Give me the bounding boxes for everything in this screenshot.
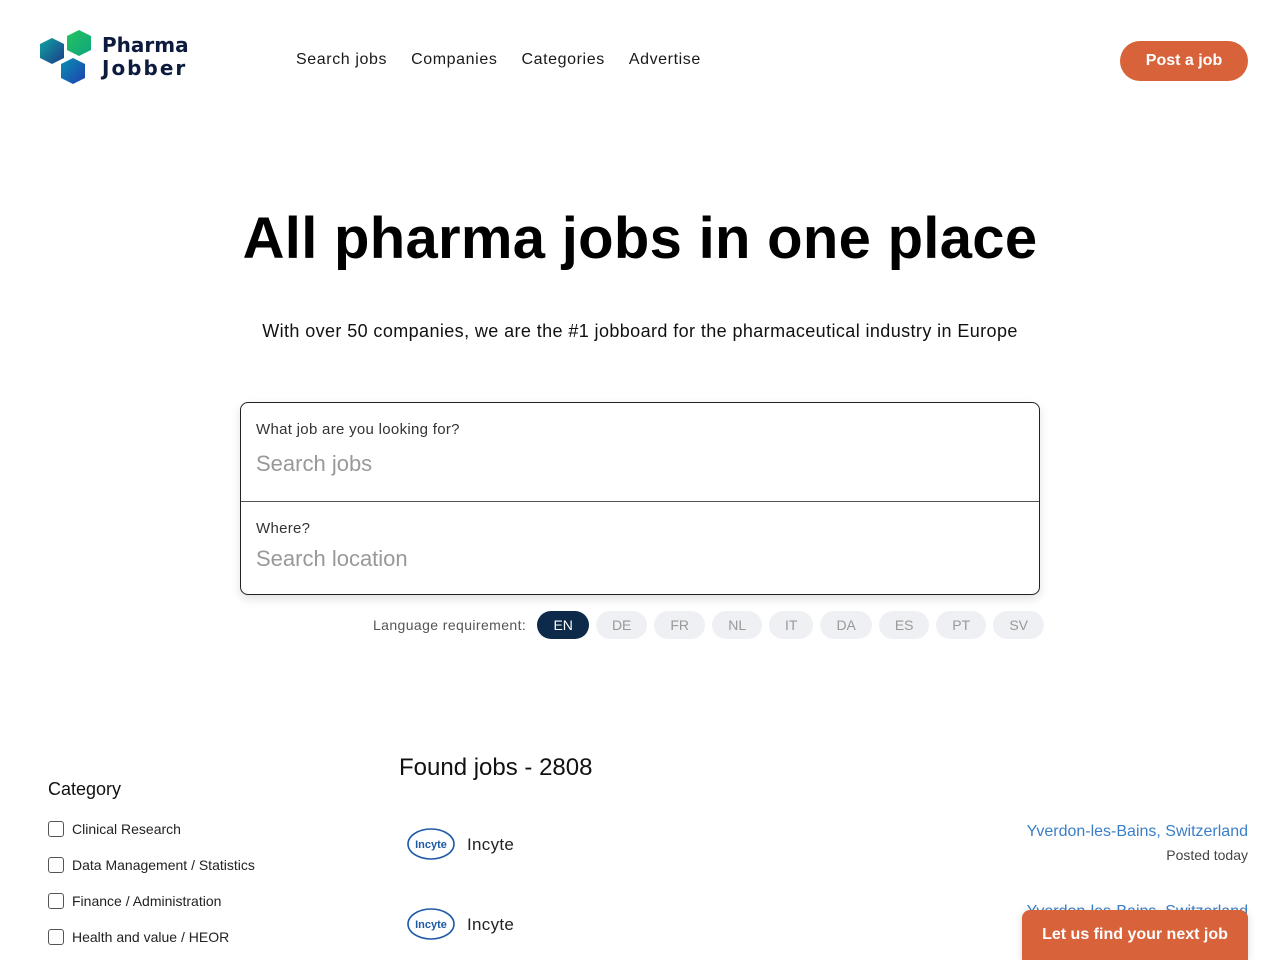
category-option[interactable]: Clinical Research	[48, 820, 255, 838]
language-chip-es[interactable]: ES	[879, 611, 930, 639]
category-label: Finance / Administration	[72, 893, 222, 909]
location-label: Where?	[256, 520, 311, 537]
nav-advertise[interactable]: Advertise	[629, 50, 701, 70]
site-header: Pharma Jobber Search jobs Companies Cate…	[0, 0, 1280, 120]
brand-line2: Jobber	[102, 56, 188, 80]
incyte-logo-icon: Incyte	[407, 828, 455, 860]
location-search-input[interactable]	[256, 546, 1016, 572]
language-chip-en[interactable]: EN	[537, 611, 590, 639]
nav-companies[interactable]: Companies	[411, 50, 497, 70]
company-name[interactable]: Incyte	[467, 835, 514, 855]
category-label: Health and value / HEOR	[72, 929, 230, 945]
category-checkbox[interactable]	[48, 929, 64, 945]
brand-logo[interactable]: Pharma Jobber	[38, 28, 189, 86]
posted-date: Posted today	[1166, 847, 1248, 863]
hero-subtitle: With over 50 companies, we are the #1 jo…	[262, 321, 1018, 341]
language-label: Language requirement:	[373, 617, 527, 633]
job-search-row: What job are you looking for?	[241, 403, 1039, 502]
post-job-button[interactable]: Post a job	[1120, 41, 1248, 81]
category-option[interactable]: Finance / Administration	[48, 892, 255, 910]
language-chip-it[interactable]: IT	[769, 611, 814, 639]
category-option[interactable]: Data Management / Statistics	[48, 856, 255, 874]
hexagon-logo-icon	[40, 30, 91, 84]
incyte-logo-icon: Incyte	[407, 908, 455, 940]
job-search-label: What job are you looking for?	[256, 421, 460, 438]
nav-categories[interactable]: Categories	[521, 50, 604, 70]
category-label: Data Management / Statistics	[72, 857, 255, 873]
category-label: Clinical Research	[72, 821, 181, 837]
language-chip-sv[interactable]: SV	[993, 611, 1045, 639]
language-filter: Language requirement: EN DE FR NL IT DA …	[373, 611, 1045, 639]
brand-wordmark: Pharma Jobber	[102, 34, 189, 80]
job-listing[interactable]: Incyte Incyte Yverdon-les-Bains, Switzer…	[405, 819, 1248, 869]
category-checkbox[interactable]	[48, 893, 64, 909]
category-option[interactable]: Health and value / HEOR	[48, 928, 255, 946]
category-checkbox[interactable]	[48, 821, 64, 837]
svg-text:Incyte: Incyte	[415, 839, 447, 851]
main-nav: Search jobs Companies Categories Adverti…	[296, 50, 725, 70]
language-chip-fr[interactable]: FR	[654, 611, 706, 639]
company-name[interactable]: Incyte	[467, 915, 514, 935]
category-checkbox[interactable]	[48, 857, 64, 873]
found-jobs-count: Found jobs - 2808	[399, 754, 593, 781]
category-filter-list: Clinical Research Data Management / Stat…	[48, 820, 255, 960]
svg-text:Incyte: Incyte	[415, 919, 447, 931]
nav-search-jobs[interactable]: Search jobs	[296, 50, 387, 70]
category-filter-title: Category	[48, 779, 122, 799]
language-chip-pt[interactable]: PT	[936, 611, 987, 639]
job-search-input[interactable]	[256, 451, 1016, 477]
language-chip-de[interactable]: DE	[596, 611, 648, 639]
language-chip-da[interactable]: DA	[820, 611, 873, 639]
search-panel: What job are you looking for? Where?	[240, 402, 1040, 595]
job-location[interactable]: Yverdon-les-Bains, Switzerland	[1027, 823, 1248, 841]
language-chip-nl[interactable]: NL	[712, 611, 763, 639]
hero-title: All pharma jobs in one place	[242, 206, 1038, 271]
brand-line1: Pharma	[102, 33, 189, 57]
find-next-job-button[interactable]: Let us find your next job	[1022, 910, 1248, 960]
